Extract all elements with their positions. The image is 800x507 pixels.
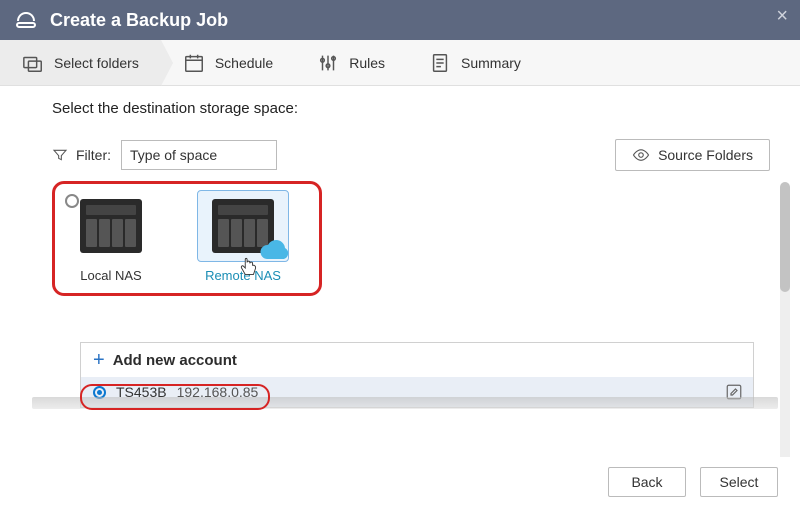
local-nas-thumb — [65, 190, 157, 262]
space-local-nas[interactable]: Local NAS — [57, 190, 165, 283]
step-label: Summary — [461, 55, 521, 71]
dialog-header: Create a Backup Job × — [0, 0, 800, 40]
sliders-icon — [317, 52, 339, 74]
filter-value: Type of space — [130, 147, 217, 163]
dialog-footer: Back Select — [0, 457, 800, 507]
horizontal-scrollbar[interactable] — [32, 397, 778, 409]
source-folders-label: Source Folders — [658, 147, 753, 163]
close-icon[interactable]: × — [776, 6, 788, 26]
eye-icon — [632, 146, 650, 164]
plus-icon: + — [93, 349, 105, 372]
step-label: Rules — [349, 55, 385, 71]
back-button[interactable]: Back — [608, 467, 686, 497]
step-select-folders[interactable]: Select folders — [0, 40, 161, 85]
space-label: Remote NAS — [189, 268, 297, 283]
nas-icon — [80, 199, 142, 253]
calendar-icon — [183, 52, 205, 74]
section-title: Select the destination storage space: — [52, 100, 770, 117]
filter-row: Filter: Type of space Source Folders — [52, 139, 770, 171]
step-schedule[interactable]: Schedule — [161, 40, 295, 85]
select-button[interactable]: Select — [700, 467, 778, 497]
filter-icon — [52, 147, 68, 163]
wizard-steps: Select folders Schedule Rules Summary — [0, 40, 800, 86]
step-summary[interactable]: Summary — [407, 40, 543, 85]
source-folders-button[interactable]: Source Folders — [615, 139, 770, 171]
step-rules[interactable]: Rules — [295, 40, 407, 85]
content-area: Select the destination storage space: Fi… — [0, 86, 800, 457]
backup-job-dialog: Create a Backup Job × Select folders Sch… — [0, 0, 800, 507]
dialog-title: Create a Backup Job — [50, 10, 228, 31]
summary-icon — [429, 52, 451, 74]
space-label: Local NAS — [57, 268, 165, 283]
add-account-button[interactable]: + Add new account — [81, 343, 753, 377]
filter-label: Filter: — [76, 147, 111, 163]
storage-space-options: Local NAS Remote NAS — [52, 181, 322, 296]
filter-select[interactable]: Type of space — [121, 140, 277, 170]
step-label: Schedule — [215, 55, 273, 71]
folders-icon — [22, 52, 44, 74]
vertical-scrollbar[interactable] — [780, 182, 790, 457]
step-label: Select folders — [54, 55, 139, 71]
space-remote-nas[interactable]: Remote NAS — [189, 190, 297, 283]
remote-nas-thumb — [197, 190, 289, 262]
add-account-label: Add new account — [113, 352, 237, 369]
backup-icon — [14, 11, 38, 29]
cloud-icon — [256, 239, 292, 263]
